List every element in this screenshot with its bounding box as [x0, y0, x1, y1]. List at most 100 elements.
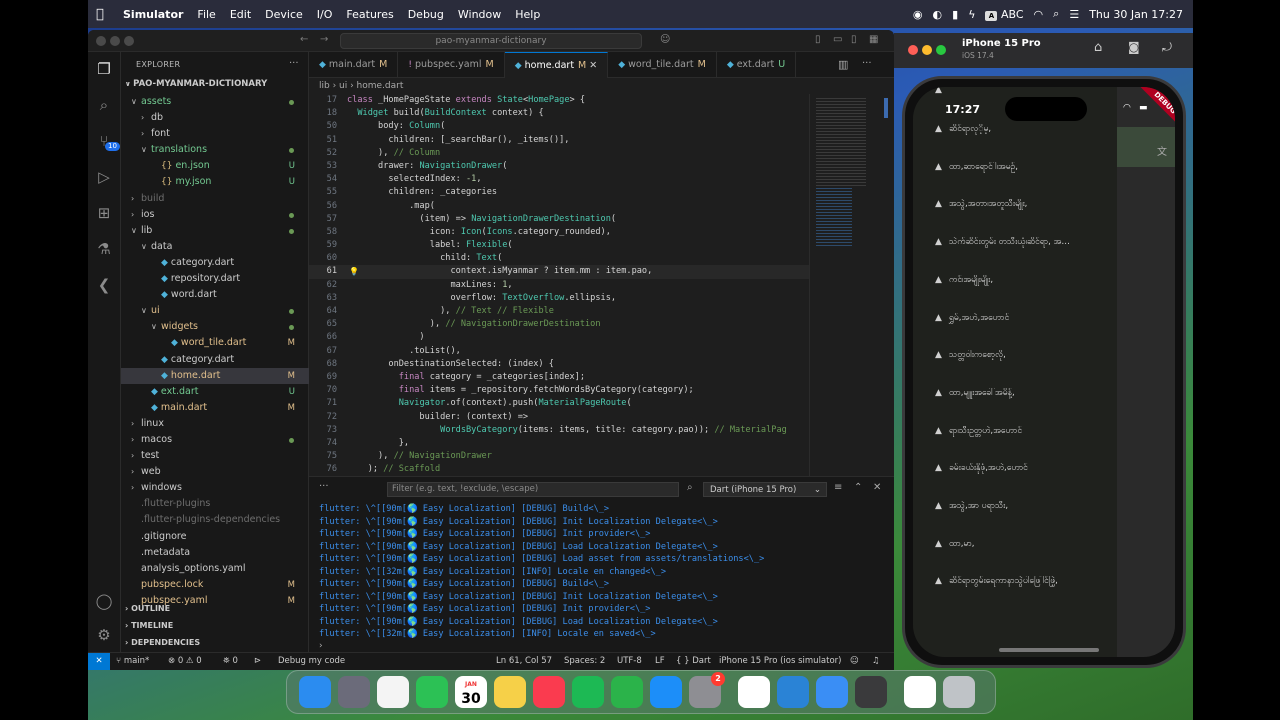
console-line[interactable]: flutter: \^[[90m[🌎 Easy Localization] [D… [319, 503, 889, 516]
tree-item[interactable]: › linux [121, 416, 309, 432]
code-line[interactable]: 72 builder: (context) => [309, 411, 809, 424]
translate-icon[interactable]: 文 [1157, 143, 1167, 158]
drawer-item[interactable]: ▲ အသွဲ,အတာ၊အတူသီးမျိုး, [935, 199, 1115, 213]
back-arrow-icon[interactable]: ← [300, 34, 308, 45]
console-line[interactable]: flutter: \^[[90m[🌎 Easy Localization] [D… [319, 541, 889, 554]
tree-item[interactable]: ∨ assets [121, 94, 309, 110]
code-line[interactable]: 66 ) [309, 331, 809, 344]
remote-icon[interactable]: ✕ [88, 653, 110, 670]
console-line[interactable]: flutter: \^[[90m[🌎 Easy Localization] [D… [319, 528, 889, 541]
code-editor[interactable]: 17 class _HomePageState extends State<Hom… [309, 94, 809, 476]
xcode-icon[interactable] [816, 676, 848, 708]
drawer-item[interactable]: ▲ ရာ၊သီးဥတ္တဟဲ,အဟောင် [935, 426, 1115, 440]
debug-session-select[interactable]: Dart (iPhone 15 Pro) ⌄ [703, 482, 827, 497]
tree-item[interactable]: ◆ word_tile.dart M [121, 335, 309, 351]
document-icon[interactable] [904, 676, 936, 708]
notifications-icon[interactable]: ♫ [872, 653, 880, 670]
toggle-secondary-sidebar-icon[interactable]: ▯ [851, 34, 857, 45]
console-line[interactable]: flutter: \^[[90m[🌎 Easy Localization] [D… [319, 591, 889, 604]
code-line[interactable]: 73 WordsByCategory(items: items, title: … [309, 424, 809, 437]
menu-window[interactable]: Window [451, 8, 508, 21]
lightbulb-icon[interactable]: 💡 [349, 265, 359, 278]
drawer-item[interactable]: ▲ ထာ,မျူးအခေါ်အမိန့်, [935, 388, 1115, 402]
more-actions-icon[interactable]: ··· [289, 58, 299, 69]
drawer-item[interactable]: ▲ ဆိင်ရာတွမ်းရေကာနာသွဲပါဖြေါင်ဖြဲ့, [935, 576, 1115, 590]
menubar-clock[interactable]: Thu 30 Jan 17:27 [1089, 8, 1183, 21]
toggle-sidebar-icon[interactable]: ▯ [815, 34, 821, 45]
console-line[interactable]: flutter: \^[[32m[🌎 Easy Localization] [I… [319, 566, 889, 579]
drawer-item[interactable]: ▲ သတ္တဝါးကစော့လို, [935, 350, 1115, 364]
screenshot-icon[interactable]: ◙ [1128, 40, 1140, 54]
console-line[interactable]: flutter: \^[[32m[🌎 Easy Localization] [I… [319, 628, 889, 641]
home-indicator[interactable] [999, 648, 1099, 652]
code-line[interactable]: 70 final items = _repository.fetchWordsB… [309, 384, 809, 397]
tree-item[interactable]: › db [121, 110, 309, 126]
panel-more-icon[interactable]: ··· [319, 481, 329, 492]
tree-item[interactable]: ◆ category.dart [121, 255, 309, 271]
forward-arrow-icon[interactable]: → [320, 34, 328, 45]
code-line[interactable]: 60 child: Text( [309, 252, 809, 265]
vscode-icon[interactable] [777, 676, 809, 708]
tree-item[interactable]: ∨ ui [121, 303, 309, 319]
editor-more-icon[interactable]: ··· [862, 58, 872, 69]
scrollbar-thumb[interactable] [884, 98, 888, 118]
trash-icon[interactable] [943, 676, 975, 708]
tree-item[interactable]: .flutter-plugins-dependencies [121, 512, 309, 528]
spotlight-icon[interactable]: ⌕ [1053, 7, 1059, 21]
code-line[interactable]: 55 children: _categories [309, 186, 809, 199]
tree-item[interactable]: ∨ widgets [121, 319, 309, 335]
console-output[interactable]: flutter: \^[[90m[🌎 Easy Localization] [D… [319, 503, 889, 641]
code-line[interactable]: 53 drawer: NavigationDrawer( [309, 160, 809, 173]
code-line[interactable]: 67 .toList(), [309, 345, 809, 358]
battery-icon[interactable]: ▮ [952, 8, 958, 21]
outline-section[interactable]: › OUTLINE [125, 604, 170, 613]
split-editor-icon[interactable]: ▥ [838, 58, 848, 71]
menu-help[interactable]: Help [508, 8, 547, 21]
tree-item[interactable]: .gitignore [121, 529, 309, 545]
tree-item[interactable]: .flutter-plugins [121, 496, 309, 512]
code-line[interactable]: 62 maxLines: 1, [309, 279, 809, 292]
sim-zoom-button[interactable] [936, 45, 946, 55]
finder-icon[interactable] [299, 676, 331, 708]
console-line[interactable]: flutter: \^[[90m[🌎 Easy Localization] [D… [319, 616, 889, 629]
drawer-item[interactable]: ▲ ထာ,မာ, [935, 539, 1115, 553]
chrome-icon[interactable] [738, 676, 770, 708]
ports-status[interactable]: ⛯ 0 [223, 653, 238, 670]
tree-item[interactable]: › web [121, 464, 309, 480]
menu-app-name[interactable]: Simulator [116, 8, 190, 21]
sim-minimize-button[interactable] [922, 45, 932, 55]
flutter-icon[interactable]: ❮ [95, 276, 113, 294]
console-line[interactable]: flutter: \^[[90m[🌎 Easy Localization] [D… [319, 553, 889, 566]
home-icon[interactable]: ⌂ [1094, 40, 1102, 55]
tree-item[interactable]: ∨ lib [121, 223, 309, 239]
dependencies-section[interactable]: › DEPENDENCIES [125, 638, 200, 647]
menu-features[interactable]: Features [339, 8, 400, 21]
drawer-item[interactable]: ▲ ရွှမ်,အဟဲ,အဟောင် [935, 313, 1115, 327]
tree-item[interactable]: ◆ main.dart M [121, 400, 309, 416]
account-icon[interactable]: ◯ [95, 592, 113, 610]
customize-layout-icon[interactable]: ▦ [869, 34, 878, 45]
record-icon[interactable]: ◉ [913, 8, 923, 21]
code-line[interactable]: 63 overflow: TextOverflow.ellipsis, [309, 292, 809, 305]
quicktime-icon[interactable] [855, 676, 887, 708]
run-debug-icon[interactable]: ▷ [95, 168, 113, 186]
editor-tab[interactable]: ! pubspec.yaml M [398, 52, 505, 78]
editor-tab[interactable]: ◆ word_tile.dart M [608, 52, 717, 78]
search-icon[interactable]: ⌕ [95, 96, 113, 114]
wifi-icon[interactable]: ◠ [1034, 8, 1044, 21]
problems-status[interactable]: ⊗ 0 ⚠ 0 [168, 653, 202, 670]
toggle-panel-icon[interactable]: ▭ [833, 34, 842, 45]
command-center-search[interactable]: pao-myanmar-dictionary [340, 33, 642, 49]
drawer-item[interactable]: ▲ ကင်၊အမျိုးမျိုး, [935, 275, 1115, 289]
code-line[interactable]: 58 icon: Icon(Icons.category_rounded), [309, 226, 809, 239]
menu-debug[interactable]: Debug [401, 8, 451, 21]
settings-icon[interactable]: 2 [689, 672, 725, 708]
timeline-section[interactable]: › TIMELINE [125, 621, 173, 630]
console-line[interactable]: flutter: \^[[90m[🌎 Easy Localization] [D… [319, 603, 889, 616]
drawer-item[interactable]: ▲ ထာ,ဆာရောင်ါ၊အမဉ်, [935, 162, 1115, 176]
tree-item[interactable]: ∨ data [121, 239, 309, 255]
notes-icon[interactable] [494, 676, 526, 708]
tree-item[interactable]: ◆ home.dart M [121, 367, 309, 384]
settings-gear-icon[interactable]: ⚙ [95, 626, 113, 644]
apple-icon[interactable]:  [96, 7, 110, 22]
